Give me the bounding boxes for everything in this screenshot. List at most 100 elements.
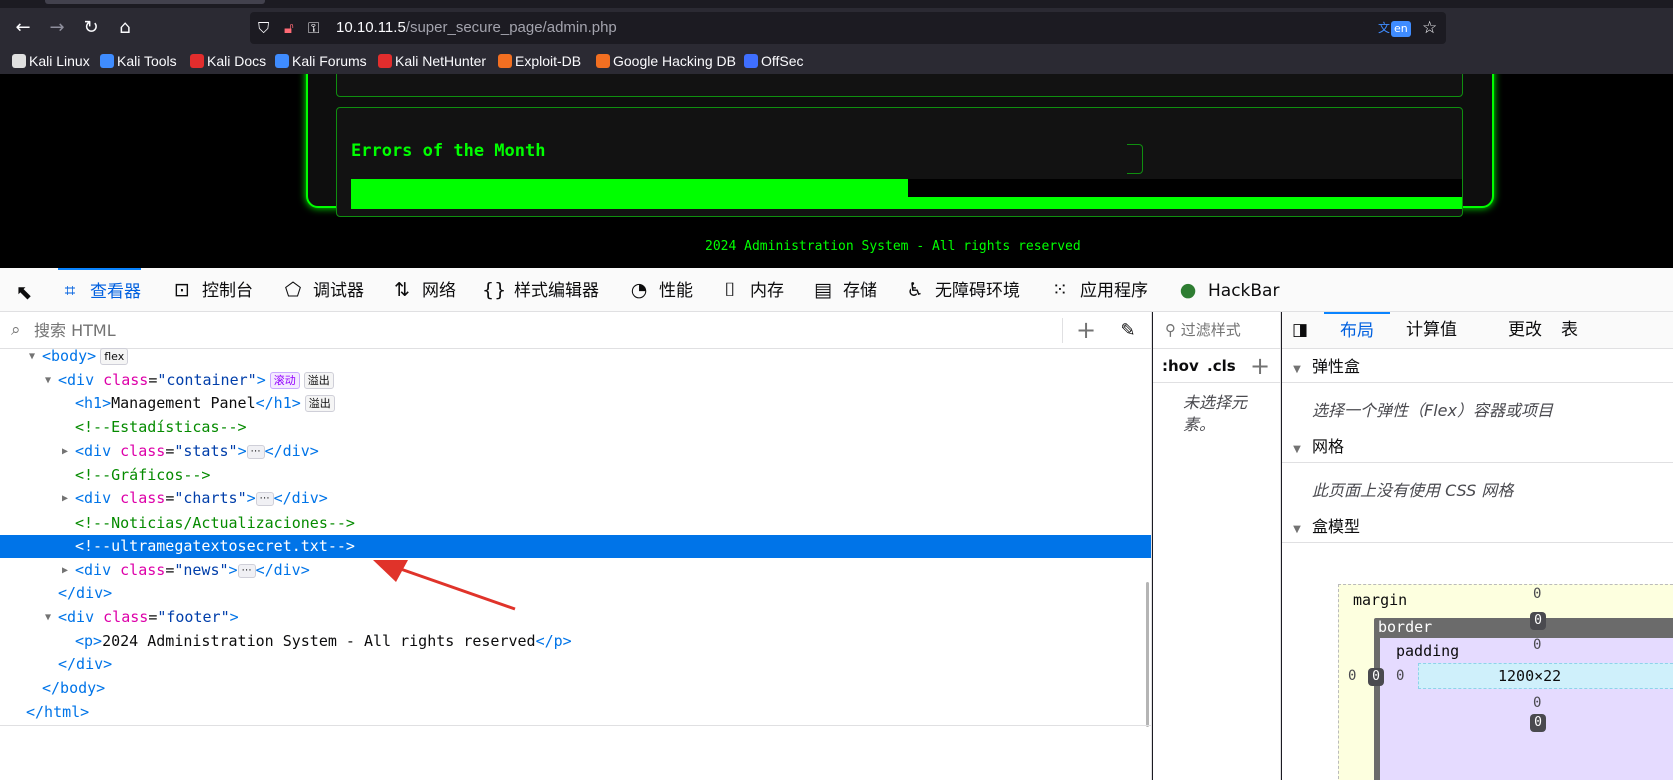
tab-label: 查看器 [90,282,141,302]
collapsed-children-icon[interactable]: ⋯ [237,564,256,578]
node-comment-stats[interactable]: <!--Estadísticas--> [0,416,1151,439]
content-size-value[interactable]: 1200×22 [1498,667,1561,685]
translate-icon[interactable]: 文 en [1378,19,1416,37]
devtools-tab-inspector[interactable]: ⌗ 查看器 [58,268,141,312]
bookmark-kali-tools[interactable]: Kali Tools [100,51,177,71]
devtools-tab-hackbar[interactable]: ● HackBar [1176,268,1280,312]
padding-bottom-value[interactable]: 0 [1533,695,1541,711]
markup-scrollbar[interactable] [1146,582,1149,727]
overflow-badge[interactable]: 溢出 [303,372,334,389]
rules-toolbar: :hov .cls + [1153,349,1280,383]
node-comment-news[interactable]: <!--Noticias/Actualizaciones--> [0,512,1151,535]
node-div-container[interactable]: ▼ <div class="container"> 滚动 溢出 [0,369,1151,392]
no-element-message: 未选择元素。 [1183,393,1248,434]
expand-twisty-icon[interactable]: ▶ [59,440,71,463]
url-text[interactable]: 10.10.11.5/super_secure_page/admin.php [336,12,617,44]
border-left-value[interactable]: 0 [1368,668,1384,686]
expand-twisty-icon[interactable]: ▶ [59,559,71,582]
devtools-tab-console[interactable]: ⊡ 控制台 [170,268,253,312]
filter-styles-input[interactable]: ⚲ 过滤样式 [1153,312,1280,349]
hackbar-icon: ● [1179,279,1197,301]
sidebar-toggle-icon[interactable]: ◨ [1292,320,1308,340]
bookmark-offsec[interactable]: OffSec [744,51,804,71]
bookmark-kali-nethunter[interactable]: Kali NetHunter [378,51,486,71]
node-close-div[interactable]: </div> [0,582,1151,605]
layout-tab[interactable]: 更改 [1508,312,1542,349]
flexbox-section-header[interactable]: ▼ 弹性盒 [1282,351,1673,383]
devtools-tab-style-editor[interactable]: {} 样式编辑器 [482,268,599,312]
bookmark-exploit-db[interactable]: Exploit-DB [498,51,581,71]
url-bar[interactable]: ⛉ 🔓︎ ⚿ 10.10.11.5/super_secure_page/admi… [250,12,1446,44]
scroll-badge[interactable]: 滚动 [269,372,300,389]
bookmarks-toolbar: Kali Linux Kali Tools Kali Docs Kali Forums… [0,48,1673,74]
flex-badge[interactable]: flex [100,348,129,365]
home-icon[interactable]: ⌂ [111,14,139,42]
layout-tab[interactable]: 布局 [1324,312,1390,349]
section-title: 弹性盒 [1312,357,1361,376]
bookmark-label: Exploit-DB [515,53,582,69]
add-node-button[interactable]: + [1072,315,1100,345]
web-page-content: Errors of the Month 2024 Administration … [0,74,1673,268]
eyedropper-icon[interactable]: ✎ [1114,317,1142,345]
hov-toggle[interactable]: :hov [1162,349,1199,383]
shield-icon[interactable]: ⛉ [258,12,269,44]
devtools-tab-storage[interactable]: ▤ 存储 [811,268,877,312]
node-close-div[interactable]: </div> [0,653,1151,676]
node-body[interactable]: ▼ <body> flex [0,345,1151,368]
overflow-badge[interactable]: 溢出 [304,395,335,412]
node-h1[interactable]: <h1>Management Panel</h1> 溢出 [0,392,1151,415]
bookmark-google-hacking-db[interactable]: Google Hacking DB [596,51,736,71]
collapse-twisty-icon[interactable]: ▼ [42,606,54,629]
bookmark-star-icon[interactable]: ☆ [1422,12,1437,44]
devtools-tab-accessibility[interactable]: ♿︎ 无障碍环境 [903,268,1020,312]
node-comment-charts[interactable]: <!--Gráficos--> [0,464,1151,487]
back-icon[interactable]: ← [9,14,37,42]
bookmark-kali-forums[interactable]: Kali Forums [275,51,367,71]
collapse-twisty-icon[interactable]: ▼ [26,345,38,368]
cls-toggle[interactable]: .cls [1207,349,1236,383]
bookmark-kali-docs[interactable]: Kali Docs [190,51,266,71]
collapsed-children-icon[interactable]: ⋯ [246,445,265,459]
node-div-charts[interactable]: ▶ <div class="charts"> ⋯ </div> [0,487,1151,510]
expand-twisty-icon[interactable]: ▶ [59,487,71,510]
collapse-twisty-icon[interactable]: ▼ [42,369,54,392]
node-close-body[interactable]: </body> [0,677,1151,700]
node-div-stats[interactable]: ▶ <div class="stats"> ⋯ </div> [0,440,1151,463]
forward-icon[interactable]: → [43,14,71,42]
devtools-tab-application[interactable]: ⁙ 应用程序 [1048,268,1148,312]
margin-left-value[interactable]: 0 [1348,668,1356,684]
active-tab[interactable] [45,0,265,4]
boxmodel-section-header[interactable]: ▼ 盒模型 [1282,511,1673,543]
devtools-tab-debugger[interactable]: ⬠ 调试器 [281,268,364,312]
node-p[interactable]: <p>2024 Administration System - All righ… [0,630,1151,653]
divider [0,725,1151,726]
devtools-tab-network[interactable]: ⇅ 网络 [390,268,456,312]
element-picker-icon[interactable]: ⬉ [10,278,38,306]
margin-top-value[interactable]: 0 [1533,586,1541,602]
layout-tab[interactable]: 计算值 [1406,312,1457,349]
bookmark-favicon-icon [596,54,610,68]
layout-tab[interactable]: 表 [1561,312,1578,349]
debugger-icon: ⬠ [284,279,302,301]
node-comment-secret[interactable]: <!--ultramegatextosecret.txt--> [0,535,1151,558]
devtools-tab-memory[interactable]: ⌷ 内存 [718,268,784,312]
reload-icon[interactable]: ↻ [77,14,105,42]
bookmark-kali-linux[interactable]: Kali Linux [12,51,90,71]
html-search-input[interactable] [34,318,1034,342]
key-icon[interactable]: ⚿ [308,12,319,44]
padding-left-value[interactable]: 0 [1396,668,1404,684]
add-rule-button[interactable]: + [1250,349,1270,383]
insecure-lock-icon[interactable]: 🔓︎ [284,12,294,44]
bookmark-favicon-icon [100,54,114,68]
border-top-value[interactable]: 0 [1530,612,1546,630]
padding-top-value[interactable]: 0 [1533,637,1541,653]
tab-label: 内存 [750,281,784,301]
border-bottom-value[interactable]: 0 [1530,714,1546,732]
node-div-news[interactable]: ▶ <div class="news"> ⋯ </div> [0,559,1151,582]
node-close-html[interactable]: </html> [0,701,1151,724]
grid-section-header[interactable]: ▼ 网格 [1282,431,1673,463]
devtools-tab-performance[interactable]: ◔ 性能 [627,268,693,312]
bookmark-favicon-icon [378,54,392,68]
node-div-footer[interactable]: ▼ <div class="footer"> [0,606,1151,629]
collapsed-children-icon[interactable]: ⋯ [255,492,274,506]
